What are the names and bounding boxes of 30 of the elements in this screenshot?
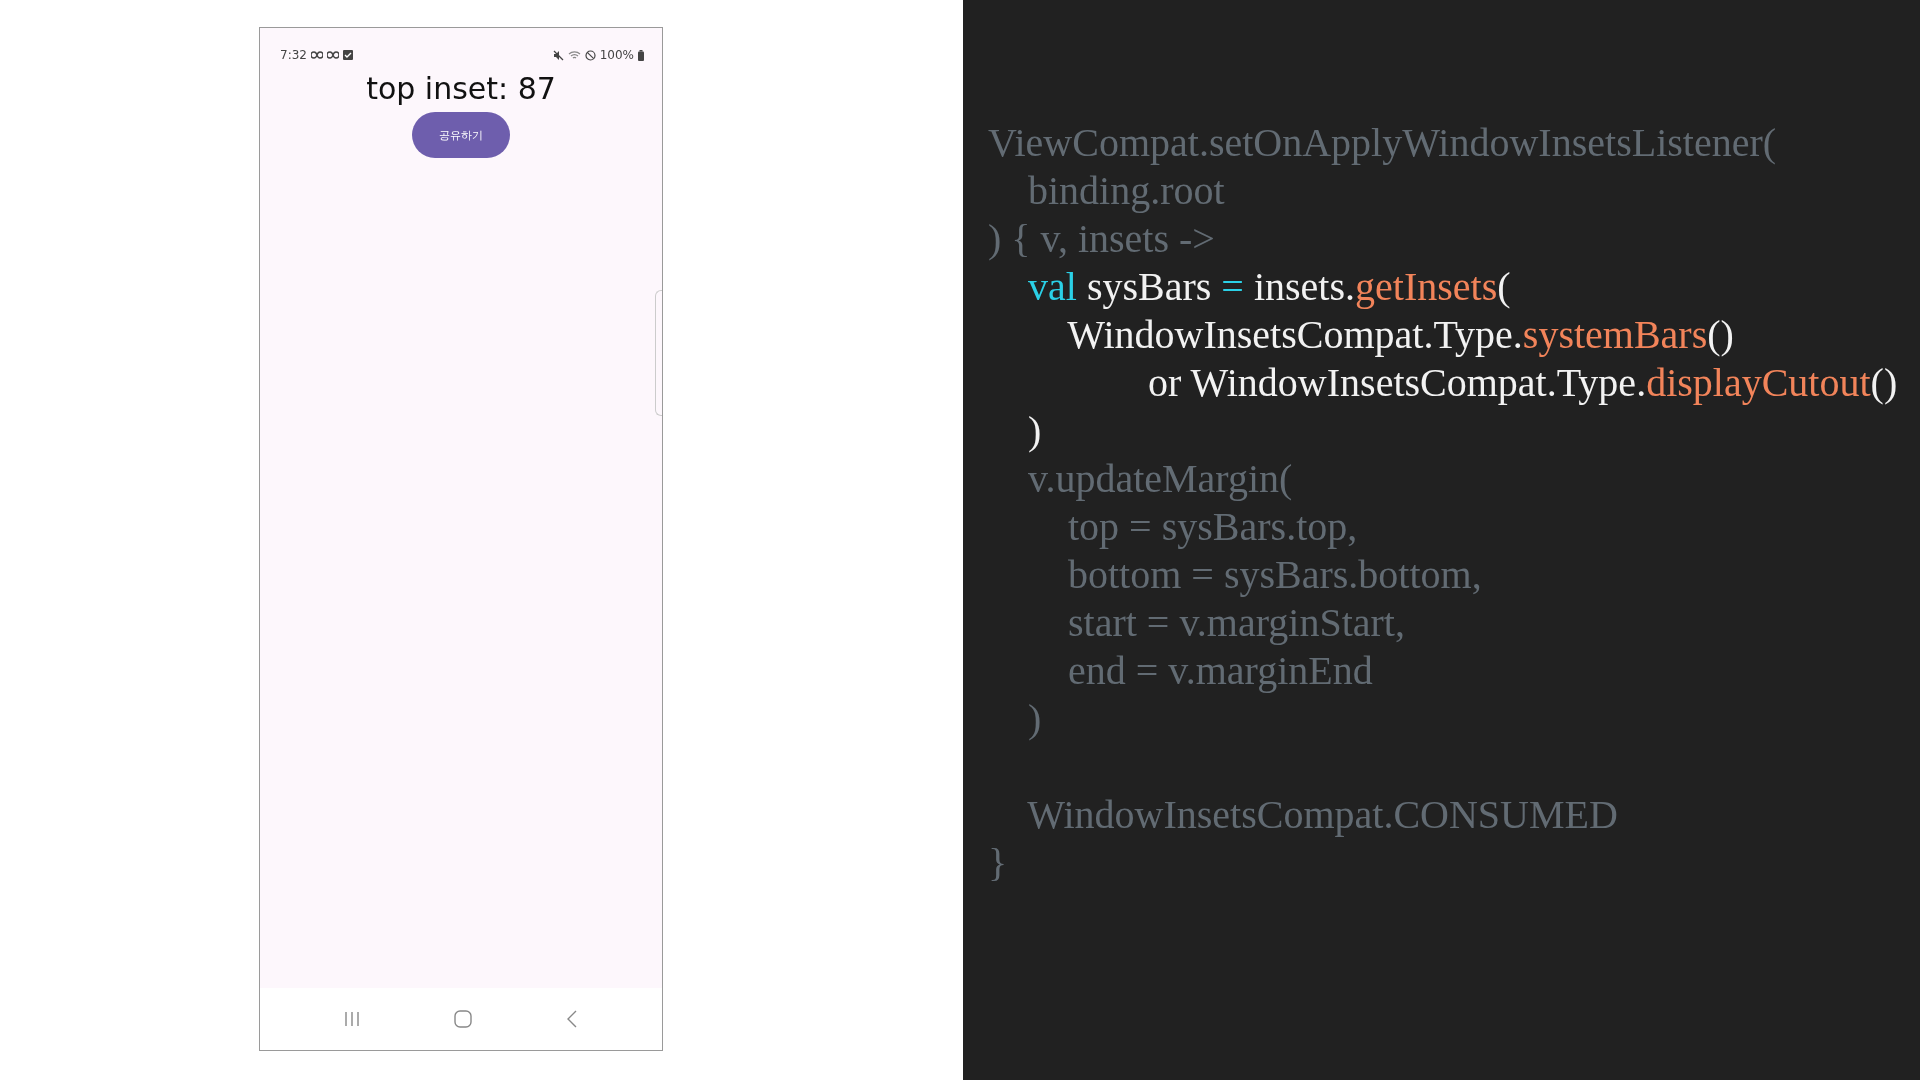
code-line: ): [1027, 407, 1043, 455]
code-line: WindowInsetsCompat.CONSUMED: [1026, 791, 1619, 839]
link-icon: [326, 51, 339, 59]
code-line: val sysBars = insets.getInsets(: [1027, 263, 1512, 311]
back-icon[interactable]: [566, 1010, 578, 1028]
battery-percent: 100%: [599, 48, 634, 62]
home-icon[interactable]: [454, 1010, 472, 1028]
code-line: binding.root: [1027, 167, 1226, 215]
edge-handle[interactable]: [655, 290, 662, 416]
code-line: v.updateMargin(: [1027, 455, 1294, 503]
code-line: ) { v, insets ->: [988, 215, 1216, 263]
recents-icon[interactable]: [344, 1011, 360, 1027]
code-line: }: [988, 839, 1009, 887]
share-button[interactable]: 공유하기: [412, 112, 510, 158]
mute-icon: [552, 49, 564, 61]
link-icon: [310, 51, 323, 59]
code-line: start = v.marginStart,: [1067, 599, 1406, 647]
battery-icon: [638, 49, 644, 61]
code-line: ViewCompat.setOnApplyWindowInsetsListener(: [988, 119, 1778, 167]
code-line: WindowInsetsCompat.Type.systemBars(): [1066, 311, 1735, 359]
code-line: ): [1027, 695, 1043, 743]
inset-label: top inset: 87: [366, 71, 556, 106]
blocked-icon: [584, 49, 596, 61]
code-line: end = v.marginEnd: [1067, 647, 1374, 695]
code-line: or WindowInsetsCompat.Type.displayCutout(): [1147, 359, 1899, 407]
wifi-icon: [567, 50, 581, 60]
code-line: top = sysBars.top,: [1067, 503, 1359, 551]
checkbox-icon: [342, 50, 353, 60]
status-time: 7:32: [280, 48, 307, 62]
code-line: bottom = sysBars.bottom,: [1067, 551, 1483, 599]
